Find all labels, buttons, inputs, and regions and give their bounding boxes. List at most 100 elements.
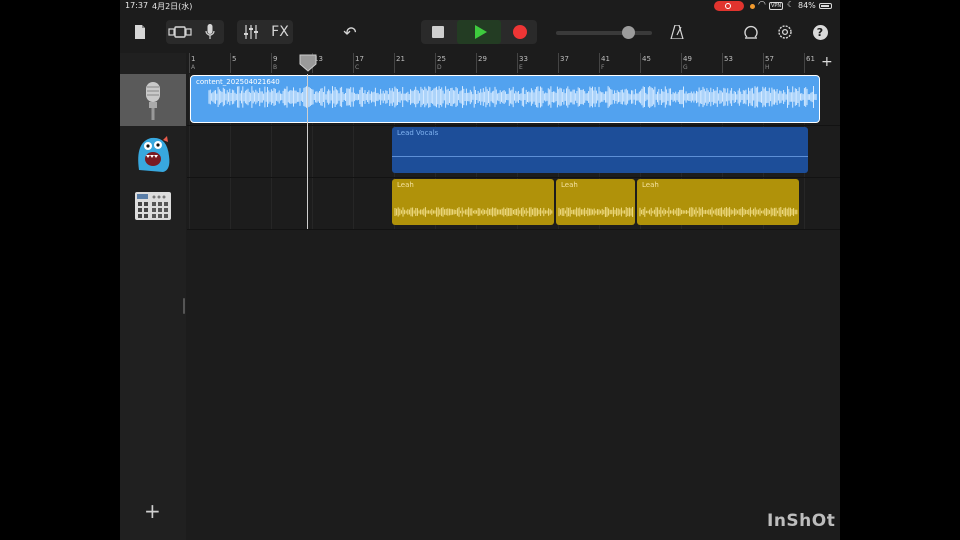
- playhead-handle[interactable]: [299, 54, 317, 72]
- record-icon: [513, 25, 527, 39]
- undo-icon: ↶: [343, 22, 357, 42]
- battery-icon: [819, 3, 832, 9]
- stop-button[interactable]: [421, 20, 455, 44]
- status-date: 4月2日(水): [152, 2, 193, 11]
- microphone-icon: [146, 82, 160, 120]
- bar-number: 49: [683, 55, 692, 63]
- waveform: [208, 86, 817, 108]
- section-marker[interactable]: B: [273, 64, 277, 71]
- gear-icon: [778, 25, 792, 39]
- section-marker[interactable]: H: [765, 64, 770, 71]
- bar-number: 21: [396, 55, 405, 63]
- drum-region[interactable]: Leah: [556, 179, 635, 225]
- toolbar: FX ↶ ?: [120, 15, 840, 51]
- drum-region[interactable]: Leah: [637, 179, 799, 225]
- section-marker[interactable]: A: [191, 64, 195, 71]
- drum-machine-icon: [135, 192, 171, 220]
- stop-icon: [432, 26, 444, 38]
- section-marker[interactable]: D: [437, 64, 442, 71]
- microphone-icon: [205, 24, 215, 39]
- bar-number: 25: [437, 55, 446, 63]
- ruler-tick: [189, 53, 190, 73]
- help-icon: ?: [812, 24, 828, 40]
- waveform-path: [394, 207, 553, 217]
- ruler-tick: [804, 53, 805, 73]
- ruler-tick: [476, 53, 477, 73]
- ruler-tick: [763, 53, 764, 73]
- battery-percent: 84%: [798, 1, 816, 10]
- metronome-icon: [670, 25, 684, 39]
- track-header-vocals[interactable]: [120, 126, 186, 178]
- metronome-button[interactable]: [667, 20, 687, 44]
- play-icon: [474, 25, 487, 39]
- sliders-icon: [244, 25, 258, 39]
- document-icon: [135, 25, 145, 39]
- track-header-drums[interactable]: [120, 178, 186, 230]
- timeline-ruler[interactable]: 1 5 9 13 17 21 25 29 33 37 41 45 49 53 57 61 A B C D E F G H: [187, 53, 820, 73]
- settings-button[interactable]: [774, 20, 796, 44]
- waveform: [639, 207, 798, 217]
- tracks-view-icon: [168, 26, 192, 38]
- vpn-badge: VPN: [769, 2, 784, 10]
- ruler-tick: [394, 53, 395, 73]
- ruler-tick: [230, 53, 231, 73]
- master-volume-knob[interactable]: [622, 26, 635, 39]
- tracks-area[interactable]: content_202504021640 Lead Vocals Leah Le…: [187, 74, 840, 540]
- bar-number: 5: [232, 55, 237, 63]
- garageband-screen: 17:37 4月2日(水) ◠ VPN ☾ 84% FX ↶ ? 1 5 9 1…: [120, 0, 840, 540]
- track-controls-button[interactable]: [239, 20, 263, 44]
- loop-browser-button[interactable]: [740, 20, 762, 44]
- bar-number: 37: [560, 55, 569, 63]
- drum-region[interactable]: Leah: [392, 179, 554, 225]
- screen-recording-indicator[interactable]: [714, 1, 744, 11]
- section-marker[interactable]: G: [683, 64, 688, 71]
- monster-icon: [138, 136, 170, 172]
- undo-button[interactable]: ↶: [338, 20, 362, 44]
- instrument-button[interactable]: [200, 20, 220, 44]
- section-marker[interactable]: E: [519, 64, 523, 71]
- vocal-region[interactable]: Lead Vocals: [392, 127, 808, 173]
- bar-number: 45: [642, 55, 651, 63]
- ruler-tick: [640, 53, 641, 73]
- ruler-tick: [558, 53, 559, 73]
- waveform-path: [208, 86, 817, 108]
- fx-button[interactable]: FX: [267, 20, 293, 44]
- region-label: Lead Vocals: [397, 129, 439, 137]
- ruler-tick: [435, 53, 436, 73]
- my-songs-button[interactable]: [130, 20, 150, 44]
- add-track-button[interactable]: +: [144, 499, 161, 523]
- bar-number: 33: [519, 55, 528, 63]
- status-time: 17:37: [125, 1, 149, 10]
- section-marker[interactable]: F: [601, 64, 604, 71]
- audio-region[interactable]: content_202504021640: [190, 75, 820, 123]
- record-button[interactable]: [503, 20, 537, 44]
- loop-icon: [744, 25, 758, 39]
- track-header-audio[interactable]: [120, 74, 186, 126]
- play-button[interactable]: [457, 20, 501, 44]
- add-section-button[interactable]: +: [821, 54, 833, 70]
- bar-number: 17: [355, 55, 364, 63]
- ruler-tick: [599, 53, 600, 73]
- track-headers: +: [120, 53, 186, 540]
- bar-number: 41: [601, 55, 610, 63]
- region-centerline: [392, 156, 808, 157]
- bar-number: 29: [478, 55, 487, 63]
- inshot-watermark: InShOt: [767, 511, 836, 531]
- bar-number: 9: [273, 55, 278, 63]
- ruler-tick: [681, 53, 682, 73]
- ruler-tick: [353, 53, 354, 73]
- tracks-view-button[interactable]: [166, 20, 194, 44]
- wifi-icon: ◠: [758, 0, 766, 10]
- mic-in-use-dot: [750, 4, 755, 9]
- master-volume-slider[interactable]: [556, 31, 652, 35]
- ruler-tick: [722, 53, 723, 73]
- section-marker[interactable]: C: [355, 64, 359, 71]
- header-resize-handle[interactable]: [183, 298, 185, 314]
- focus-moon-icon: ☾: [787, 0, 795, 9]
- bar-number: 61: [806, 55, 815, 63]
- bar-number: 1: [191, 55, 196, 63]
- ruler-tick: [271, 53, 272, 73]
- help-button[interactable]: ?: [809, 20, 831, 44]
- bar-number: 57: [765, 55, 774, 63]
- playhead[interactable]: [307, 74, 308, 229]
